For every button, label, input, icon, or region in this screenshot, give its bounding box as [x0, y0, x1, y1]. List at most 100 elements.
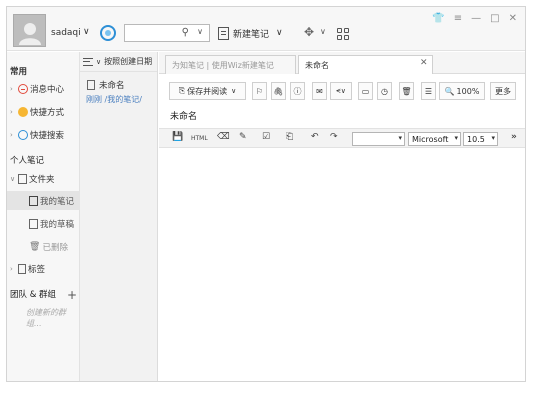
font-family-select[interactable]: Microsoft ▾	[408, 132, 461, 146]
note-title[interactable]: 未命名	[170, 109, 197, 122]
email-icon: ✉	[316, 86, 323, 96]
font-size-value: 10.5	[467, 134, 485, 144]
close-icon[interactable]: ✕	[509, 13, 517, 24]
sidebar-item-my-drafts[interactable]: 我的草稿	[29, 218, 74, 230]
delete-button[interactable]: 🗑	[399, 82, 414, 100]
insert-icon[interactable]: ⎗	[286, 132, 293, 142]
sidebar-item-tags[interactable]: › 标签	[10, 263, 45, 275]
search-box[interactable]: ⚲ ∨	[124, 24, 210, 42]
editor-toolbar: ⎘ 保存并阅读 ∨ ⚐ 🖇 ⓘ ✉ ⪪ ∨ ▭ ◷ 🗑 ☰ 🔍 100% 更多	[159, 82, 525, 104]
attachment-button[interactable]: 🖇	[271, 82, 286, 100]
sidebar-item-quick-search[interactable]: › 快捷搜索	[10, 129, 64, 141]
settings-menu-icon[interactable]: ≡	[454, 13, 462, 24]
bookmark-button[interactable]: ⚐	[252, 82, 267, 100]
sidebar-item-deleted[interactable]: 🗑 已删除	[29, 241, 68, 253]
folder-icon	[18, 174, 27, 184]
create-group-link[interactable]: 创建新的群组...	[26, 307, 79, 329]
chevron-right-icon[interactable]: ›	[10, 108, 16, 116]
skin-icon[interactable]: 👕	[432, 13, 444, 24]
minimize-icon[interactable]: —	[471, 13, 481, 24]
title-bar: sadaqi ∨ ⚲ ∨ 新建笔记 ∨ ✥ ∨ 👕 ≡ — □ ✕	[7, 7, 525, 51]
save-read-button[interactable]: ⎘ 保存并阅读 ∨	[169, 82, 246, 100]
redo-icon[interactable]: ↷	[330, 132, 338, 142]
note-body[interactable]	[159, 149, 525, 381]
more-button[interactable]: 更多	[490, 82, 516, 100]
font-family-value: Microsoft	[412, 134, 449, 144]
checkbox-icon[interactable]: ☑	[262, 132, 270, 142]
list-item[interactable]: 未命名 刚刚 /我的笔记/	[80, 76, 157, 120]
chevron-down-icon[interactable]: ∨	[341, 87, 346, 95]
move-caret-icon[interactable]: ∨	[320, 27, 326, 36]
add-group-icon[interactable]: +	[67, 288, 77, 302]
sidebar-item-label: 我的草稿	[40, 220, 75, 230]
outline-button[interactable]: ☰	[421, 82, 436, 100]
tab-untitled[interactable]: 未命名	[298, 55, 433, 74]
avatar[interactable]	[13, 14, 46, 47]
editor-panel: 为知笔记 | 使用Wiz新建笔记 未命名 ✕ ⎘ 保存并阅读 ∨ ⚐ 🖇 ⓘ ✉…	[159, 52, 525, 381]
folder-icon	[29, 196, 38, 206]
bookmark-icon: ⚐	[255, 86, 264, 96]
sidebar-item-label: 标签	[28, 265, 46, 275]
tab-bar: 为知笔记 | 使用Wiz新建笔记 未命名 ✕	[159, 52, 525, 74]
edit-icon[interactable]: ✎	[239, 132, 247, 142]
trash-icon: 🗑	[401, 86, 412, 96]
folder-icon	[29, 219, 38, 229]
move-icon[interactable]: ✥	[304, 25, 314, 39]
style-select[interactable]: ▾	[352, 132, 405, 146]
chevron-down-icon[interactable]: ∨	[231, 87, 236, 95]
expand-toolbar-icon[interactable]: »	[511, 132, 517, 142]
sidebar-item-label: 已删除	[42, 243, 68, 253]
grid-view-icon[interactable]	[337, 28, 349, 40]
info-button[interactable]: ⓘ	[290, 82, 305, 100]
chevron-right-icon[interactable]: ›	[10, 131, 16, 139]
eraser-icon[interactable]: ⌫	[217, 132, 230, 142]
reminder-button[interactable]: ◷	[377, 82, 392, 100]
chevron-right-icon[interactable]: ›	[10, 85, 16, 93]
sort-bar[interactable]: ∨ 按照创建日期	[80, 52, 157, 72]
new-note-button[interactable]: 新建笔记 ∨	[218, 23, 283, 43]
maximize-icon[interactable]: □	[490, 13, 499, 24]
sidebar-item-folders[interactable]: ∨ 文件夹	[10, 173, 55, 185]
save-read-label: 保存并阅读	[187, 86, 228, 96]
zoom-level: 100%	[456, 86, 480, 96]
user-menu-caret-icon[interactable]: ∨	[83, 27, 90, 37]
search-icon	[18, 130, 28, 140]
search-dropdown-icon[interactable]: ∨	[197, 27, 203, 36]
zoom-button[interactable]: 🔍 100%	[439, 82, 485, 100]
sidebar-item-label: 我的笔记	[40, 197, 75, 207]
share-button[interactable]: ⪪ ∨	[330, 82, 352, 100]
chevron-right-icon[interactable]: ›	[10, 265, 16, 273]
sidebar-item-shortcuts[interactable]: › 快捷方式	[10, 106, 64, 118]
clock-icon: ◷	[381, 86, 388, 96]
font-size-select[interactable]: 10.5 ▾	[463, 132, 498, 146]
save-icon[interactable]: 💾	[172, 132, 183, 142]
chevron-down-icon[interactable]: ▾	[454, 134, 458, 142]
search-input[interactable]	[128, 26, 183, 40]
sidebar-item-label: 消息中心	[30, 85, 65, 95]
app-window: sadaqi ∨ ⚲ ∨ 新建笔记 ∨ ✥ ∨ 👕 ≡ — □ ✕ 常用 › 消…	[6, 6, 526, 382]
section-team: 团队 & 群组	[10, 290, 57, 300]
username[interactable]: sadaqi	[51, 28, 81, 38]
chevron-down-icon[interactable]: ▾	[491, 134, 495, 142]
format-toolbar: 💾 HTML ⌫ ✎ ☑ ⎗ ↶ ↷ ▾ Microsoft ▾ 10.5 ▾ …	[159, 128, 525, 148]
comment-icon: ▭	[361, 86, 370, 96]
tab-close-icon[interactable]: ✕	[420, 58, 428, 68]
search-icon[interactable]: ⚲	[182, 27, 189, 38]
new-note-icon	[218, 26, 229, 40]
sort-label[interactable]: 按照创建日期	[104, 56, 152, 67]
sort-caret-icon[interactable]: ∨	[96, 58, 101, 66]
sync-icon[interactable]	[100, 25, 116, 41]
note-item-meta: 刚刚 /我的笔记/	[86, 95, 142, 104]
tab-wiz-home[interactable]: 为知笔记 | 使用Wiz新建笔记	[165, 55, 296, 74]
sidebar-item-messages[interactable]: › 消息中心	[10, 83, 64, 95]
sort-icon[interactable]	[83, 57, 93, 66]
sidebar-item-my-notes[interactable]: 我的笔记	[29, 195, 74, 207]
email-button[interactable]: ✉	[312, 82, 327, 100]
sidebar-item-label: 快捷方式	[30, 108, 65, 118]
chevron-down-icon[interactable]: ∨	[10, 175, 16, 183]
undo-icon[interactable]: ↶	[311, 132, 319, 142]
new-note-caret-icon[interactable]: ∨	[276, 28, 283, 38]
chevron-down-icon[interactable]: ▾	[398, 134, 402, 142]
comment-button[interactable]: ▭	[358, 82, 373, 100]
html-icon[interactable]: HTML	[191, 135, 208, 142]
